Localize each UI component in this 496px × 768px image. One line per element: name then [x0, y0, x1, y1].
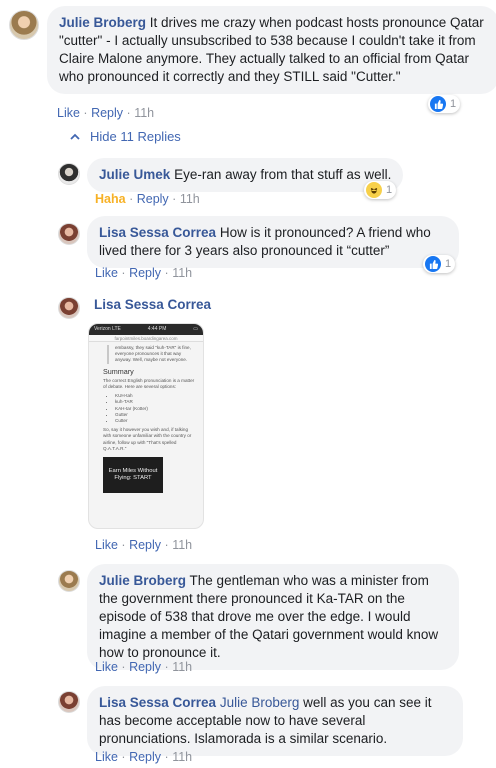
article-excerpt: embassy, they said "kuh-TAR" is fine, ev… [89, 342, 203, 452]
avatar[interactable] [58, 163, 80, 185]
article-heading: Summary [103, 366, 134, 376]
reply-julie-broberg: Julie Broberg The gentleman who was a mi… [58, 564, 459, 670]
reply-text: Eye-ran away from that stuff as well. [174, 167, 392, 182]
reply-author[interactable]: Lisa Sessa Correa [99, 695, 216, 710]
comment-author[interactable]: Julie Broberg [59, 15, 146, 30]
attached-screenshot[interactable]: Verizon LTE 4:44 PM ▭ farpointmiles.boar… [88, 323, 204, 529]
like-icon [430, 96, 446, 112]
reply-julie-umek: Julie Umek Eye-ran away from that stuff … [58, 158, 404, 192]
timestamp[interactable]: 11h [180, 192, 200, 206]
like-link[interactable]: Like [95, 538, 118, 552]
reply-author[interactable]: Julie Broberg [99, 573, 186, 588]
like-link[interactable]: Like [95, 266, 118, 280]
reply-link[interactable]: Reply [129, 660, 161, 674]
reply-actions: Like · Reply · 11h [95, 266, 193, 280]
timestamp[interactable]: 11h [172, 660, 192, 674]
reply-actions: Like · Reply · 11h [95, 538, 193, 552]
avatar[interactable] [58, 570, 80, 592]
chevron-up-icon [70, 131, 80, 143]
reply-lisa-sessa-correa: Lisa Sessa Correa How is it pronounced? … [58, 216, 459, 268]
reaction-count[interactable]: 1 [423, 255, 456, 273]
mention-link[interactable]: Julie Broberg [220, 695, 300, 710]
reply-link[interactable]: Reply [129, 266, 161, 280]
ad-banner: Earn Miles Without Flying: START [103, 457, 163, 494]
battery-icon: ▭ [193, 326, 198, 332]
reply-actions: Haha · Reply · 11h [95, 192, 200, 206]
reaction-count[interactable]: 1 [364, 181, 397, 199]
timestamp[interactable]: 11h [134, 106, 154, 120]
reply-author[interactable]: Julie Umek [99, 167, 170, 182]
hide-replies-link[interactable]: Hide 11 Replies [70, 129, 181, 144]
avatar[interactable] [58, 691, 80, 713]
reply-bubble: Lisa Sessa Correa How is it pronounced? … [87, 216, 459, 268]
haha-link[interactable]: Haha [95, 192, 126, 206]
avatar[interactable] [58, 223, 80, 245]
comment-julie-broberg: Julie Broberg It drives me crazy when po… [9, 6, 496, 94]
comment-bubble: Julie Broberg It drives me crazy when po… [47, 6, 496, 94]
reply-lisa-sessa-correa-image: Lisa Sessa Correa [58, 296, 211, 319]
phone-status-bar: Verizon LTE 4:44 PM ▭ [89, 324, 203, 335]
reply-author[interactable]: Lisa Sessa Correa [99, 225, 216, 240]
like-link[interactable]: Like [57, 106, 80, 120]
reply-bubble: Julie Broberg The gentleman who was a mi… [87, 564, 459, 670]
comment-actions: Like · Reply · 11h [57, 106, 155, 120]
reply-bubble: Lisa Sessa Correa Julie Broberg well as … [87, 686, 463, 756]
reply-link[interactable]: Reply [91, 106, 123, 120]
timestamp[interactable]: 11h [172, 266, 192, 280]
reply-author[interactable]: Lisa Sessa Correa [94, 297, 211, 312]
timestamp[interactable]: 11h [172, 538, 192, 552]
reply-lisa-sessa-correa-2: Lisa Sessa Correa Julie Broberg well as … [58, 686, 463, 756]
reply-bubble: Julie Umek Eye-ran away from that stuff … [87, 158, 404, 192]
like-link[interactable]: Like [95, 750, 118, 764]
haha-icon [366, 182, 382, 198]
reply-actions: Like · Reply · 11h [95, 750, 193, 764]
reaction-count[interactable]: 1 [428, 95, 461, 113]
like-icon [425, 256, 441, 272]
reply-link[interactable]: Reply [137, 192, 169, 206]
timestamp[interactable]: 11h [172, 750, 192, 764]
avatar[interactable] [58, 297, 80, 319]
pronunciation-list: KUH-tah kuh-TAR KAH-tar (Kotter) Gutter … [115, 393, 195, 424]
reply-link[interactable]: Reply [129, 538, 161, 552]
reply-link[interactable]: Reply [129, 750, 161, 764]
browser-url: farpointmiles.boardingarea.com [89, 335, 203, 342]
like-link[interactable]: Like [95, 660, 118, 674]
reply-actions: Like · Reply · 11h [95, 660, 193, 674]
avatar[interactable] [9, 10, 39, 40]
